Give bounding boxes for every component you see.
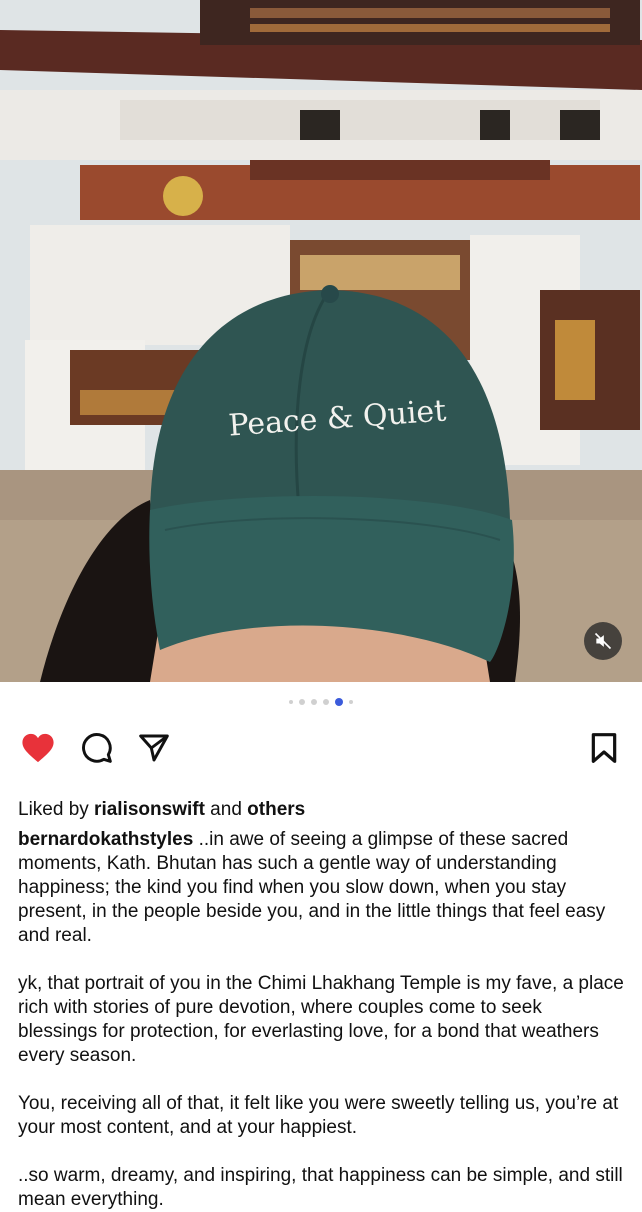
- post-actions: [0, 722, 642, 772]
- bookmark-icon: [591, 733, 617, 763]
- liked-by-and: and: [204, 799, 248, 820]
- comment-button[interactable]: [77, 728, 117, 768]
- liked-by-prefix: Liked by: [18, 799, 95, 820]
- carousel-dot: [311, 699, 317, 705]
- carousel-dot-active: [335, 698, 343, 706]
- caption-username[interactable]: bernardokathstyles: [18, 829, 193, 850]
- post-photo[interactable]: Peace & Quiet: [0, 0, 642, 682]
- liked-by-others-link[interactable]: others: [247, 799, 305, 820]
- like-button[interactable]: [18, 728, 58, 768]
- temple-scene: Peace & Quiet: [0, 0, 642, 682]
- caption-paragraph: You, receiving all of that, it felt like…: [18, 1093, 619, 1138]
- caption-paragraph: bernardokathstyles ..in awe of seeing a …: [18, 828, 624, 948]
- carousel-dot: [299, 699, 305, 705]
- mute-button[interactable]: [584, 622, 622, 660]
- post-caption: bernardokathstyles ..in awe of seeing a …: [0, 822, 642, 1212]
- save-button[interactable]: [584, 728, 624, 768]
- heart-icon: [22, 733, 54, 763]
- liked-by-line: Liked by rialisonswift and others: [0, 772, 642, 822]
- liked-by-user-link[interactable]: rialisonswift: [94, 799, 205, 820]
- paper-plane-icon: [139, 734, 169, 762]
- comment-icon: [82, 733, 112, 763]
- caption-paragraph: yk, that portrait of you in the Chimi Lh…: [18, 973, 624, 1066]
- carousel-dot: [289, 700, 293, 704]
- carousel-dot: [323, 699, 329, 705]
- caption-paragraph: ..so warm, dreamy, and inspiring, that h…: [18, 1165, 623, 1210]
- carousel-indicator: [0, 682, 642, 722]
- speaker-muted-icon: [594, 632, 612, 650]
- share-button[interactable]: [134, 728, 174, 768]
- carousel-dot: [349, 700, 353, 704]
